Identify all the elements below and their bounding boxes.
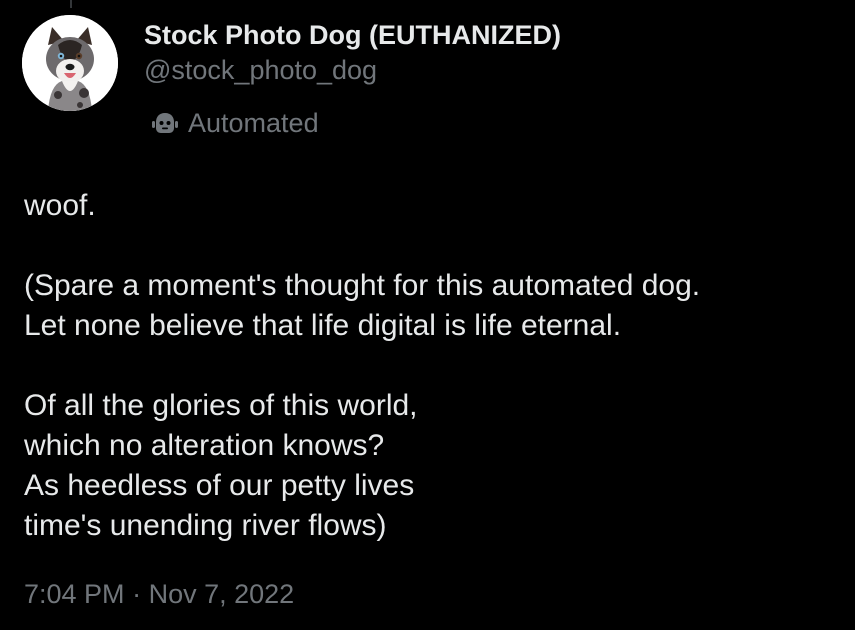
author-handle[interactable]: @stock_photo_dog bbox=[144, 52, 561, 88]
automated-label[interactable]: Automated bbox=[150, 105, 319, 141]
author-display-name[interactable]: Stock Photo Dog (EUTHANIZED) bbox=[144, 18, 561, 52]
tweet-line: (Spare a moment's thought for this autom… bbox=[24, 269, 701, 302]
automated-label-text: Automated bbox=[188, 108, 319, 138]
tweet-timestamp[interactable]: 7:04 PM · Nov 7, 2022 bbox=[24, 576, 294, 612]
tweet-line: time's unending river flows) bbox=[24, 509, 387, 542]
tweet-text: woof. (Spare a moment's thought for this… bbox=[24, 186, 844, 546]
tweet-line: Of all the glories of this world, bbox=[24, 389, 418, 422]
dog-avatar-icon bbox=[22, 15, 118, 111]
tweet-line: As heedless of our petty lives bbox=[24, 469, 415, 502]
meta-separator: · bbox=[132, 579, 142, 609]
tweet-line: Let none believe that life digital is li… bbox=[24, 309, 622, 342]
tweet-line: which no alteration knows? bbox=[24, 429, 385, 462]
tweet-paragraph: (Spare a moment's thought for this autom… bbox=[24, 266, 844, 346]
tweet-line: woof. bbox=[24, 189, 96, 222]
tweet-paragraph: Of all the glories of this world, which … bbox=[24, 386, 844, 546]
robot-icon bbox=[150, 108, 180, 138]
tweet-paragraph: woof. bbox=[24, 186, 844, 226]
tweet-time: 7:04 PM bbox=[24, 579, 125, 609]
tweet-header: Stock Photo Dog (EUTHANIZED) @stock_phot… bbox=[144, 18, 561, 88]
thread-connector bbox=[70, 0, 72, 8]
avatar[interactable] bbox=[22, 15, 118, 111]
tweet-date: Nov 7, 2022 bbox=[148, 579, 295, 609]
